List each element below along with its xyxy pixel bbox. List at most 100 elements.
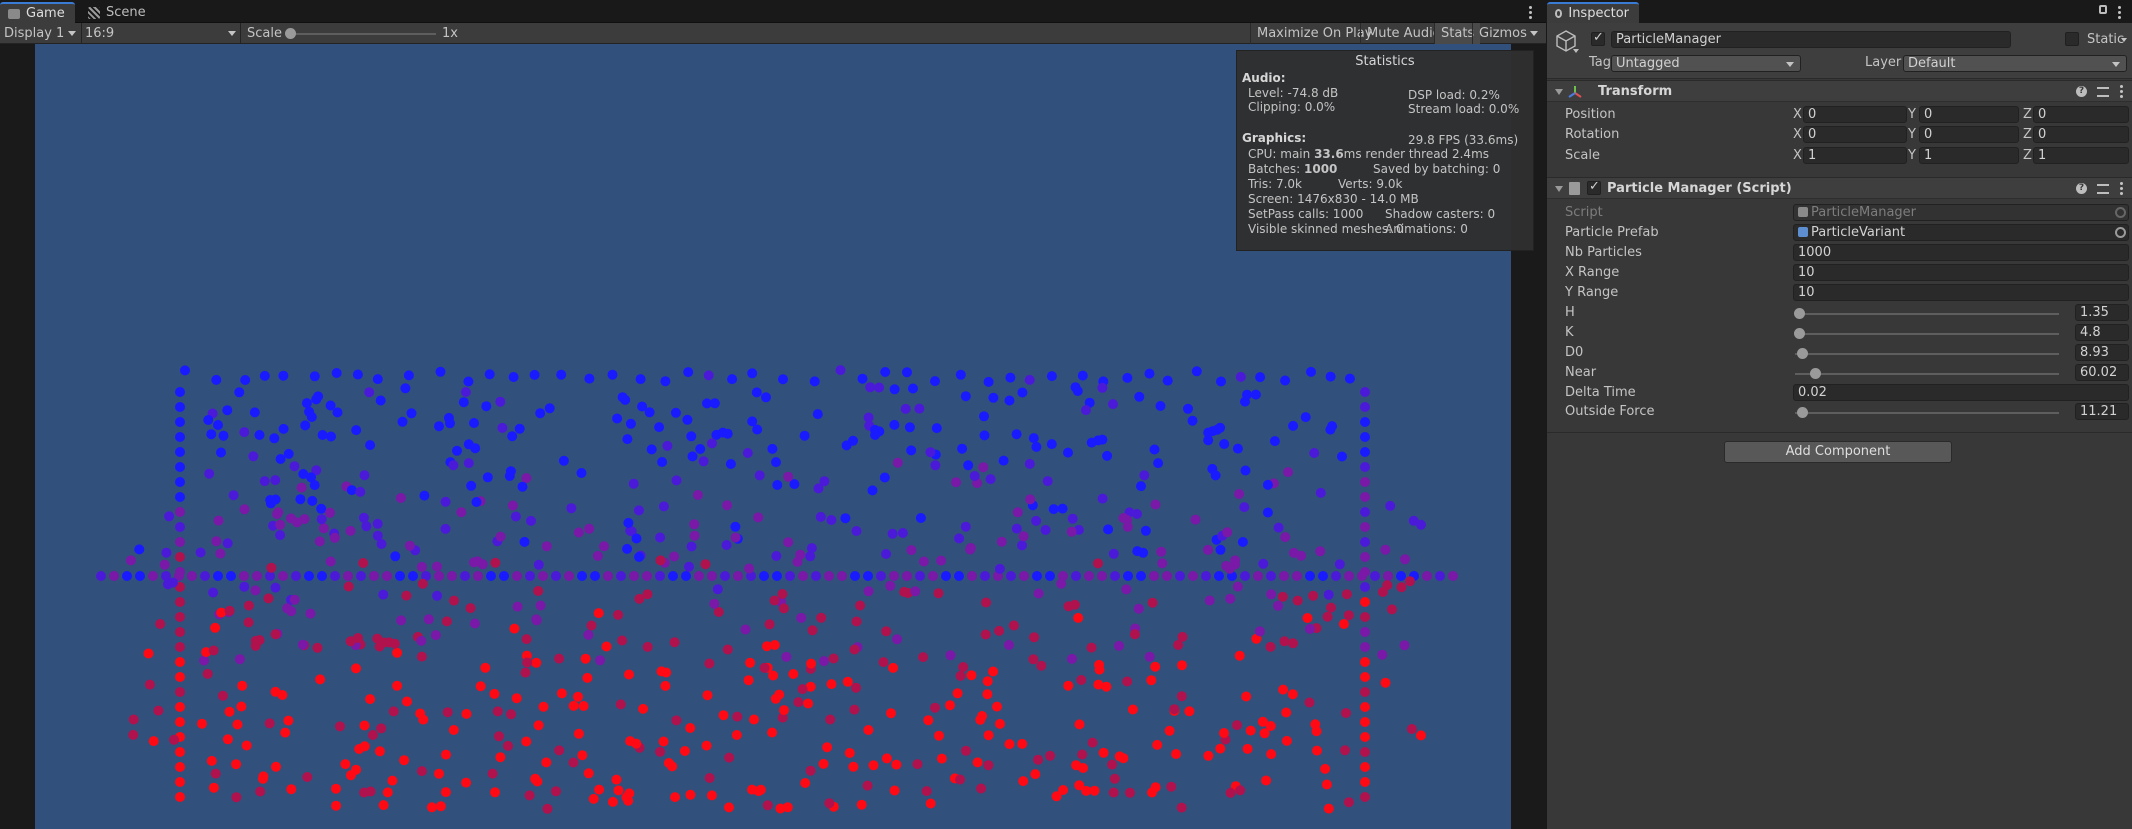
h-value-field[interactable]: 1.35 bbox=[2075, 304, 2129, 321]
particle bbox=[378, 589, 389, 600]
help-icon[interactable]: ? bbox=[2076, 86, 2087, 97]
outside-force-value-field[interactable]: 11.21 bbox=[2075, 403, 2129, 420]
presets-icon[interactable] bbox=[2097, 183, 2109, 194]
particle bbox=[914, 403, 925, 414]
particle bbox=[863, 725, 874, 735]
particle bbox=[1360, 747, 1370, 757]
d0-slider-track[interactable] bbox=[1795, 353, 2059, 355]
particle bbox=[510, 511, 521, 522]
h-slider-handle[interactable] bbox=[1794, 308, 1805, 319]
axis-z-label[interactable]: Z bbox=[2023, 107, 2032, 122]
axis-y-label[interactable]: Y bbox=[1908, 127, 1916, 142]
gizmos-button[interactable]: Gizmos bbox=[1472, 23, 1532, 44]
particle-prefab-field[interactable]: ParticleVariant bbox=[1793, 224, 2129, 241]
transform-scale-y-field[interactable]: 1 bbox=[1919, 147, 2019, 164]
inspector-menu-icon[interactable] bbox=[2117, 6, 2121, 19]
transform-scale-z-field[interactable]: 1 bbox=[2033, 147, 2129, 164]
near-slider-track[interactable] bbox=[1795, 373, 2059, 375]
d0-slider-handle[interactable] bbox=[1797, 348, 1808, 359]
particle-manager-enabled-checkbox[interactable] bbox=[1587, 179, 1601, 195]
tab-inspector[interactable]: Inspector bbox=[1547, 2, 1639, 23]
particle bbox=[613, 785, 624, 796]
transform-position-z-field[interactable]: 0 bbox=[2033, 106, 2129, 123]
transform-position-y-field[interactable]: 0 bbox=[1919, 106, 2019, 123]
particle bbox=[269, 433, 280, 444]
particle-manager-header[interactable]: Particle Manager (Script) ? bbox=[1547, 177, 2132, 199]
foldout-arrow-icon[interactable] bbox=[1555, 186, 1563, 192]
d0-value-field[interactable]: 8.93 bbox=[2075, 344, 2129, 361]
static-label[interactable]: Static bbox=[2087, 32, 2124, 47]
foldout-arrow-icon[interactable] bbox=[1555, 89, 1563, 95]
transform-scale-x-field[interactable]: 1 bbox=[1803, 147, 1907, 164]
h-slider-track[interactable] bbox=[1795, 313, 2059, 315]
k-value-field[interactable]: 4.8 bbox=[2075, 324, 2129, 341]
outside-force-slider-handle[interactable] bbox=[1797, 407, 1808, 418]
particle bbox=[275, 519, 286, 530]
component-menu-icon[interactable] bbox=[2119, 182, 2123, 195]
particle bbox=[1073, 612, 1084, 623]
tab-game[interactable]: Game bbox=[0, 2, 75, 23]
layer-dropdown[interactable]: Default bbox=[1903, 55, 2127, 72]
y-range-field[interactable]: 10 bbox=[1793, 284, 2129, 301]
k-slider-handle[interactable] bbox=[1794, 328, 1805, 339]
stats-dsp-load: DSP load: 0.2% bbox=[1408, 88, 1500, 102]
tag-dropdown[interactable]: Untagged bbox=[1611, 55, 1801, 72]
component-menu-icon[interactable] bbox=[2119, 85, 2123, 98]
particle bbox=[258, 773, 268, 784]
transform-rotation-x-field[interactable]: 0 bbox=[1803, 126, 1907, 143]
gameobject-active-checkbox[interactable] bbox=[1591, 30, 1605, 46]
particle bbox=[603, 571, 613, 581]
particle bbox=[988, 666, 999, 677]
icon-dropdown-chevron-icon[interactable] bbox=[1573, 49, 1579, 53]
particle bbox=[432, 561, 442, 572]
axis-z-label[interactable]: Z bbox=[2023, 148, 2032, 163]
particle bbox=[1292, 595, 1303, 606]
axis-x-label[interactable]: X bbox=[1793, 107, 1802, 122]
particle bbox=[514, 423, 525, 434]
display-dropdown[interactable]: Display 1 bbox=[0, 25, 80, 42]
particle bbox=[1098, 747, 1109, 758]
particle bbox=[778, 603, 789, 614]
axis-x-label[interactable]: X bbox=[1793, 127, 1802, 142]
game-panel-menu-icon[interactable] bbox=[1528, 6, 1532, 19]
transform-position-x-field[interactable]: 0 bbox=[1803, 106, 1907, 123]
help-icon[interactable]: ? bbox=[2076, 183, 2087, 194]
static-checkbox[interactable] bbox=[2065, 32, 2079, 46]
delta-time-field[interactable]: 0.02 bbox=[1793, 384, 2129, 401]
near-value-field[interactable]: 60.02 bbox=[2075, 364, 2129, 381]
transform-header[interactable]: Transform ? bbox=[1547, 80, 2132, 102]
add-component-button[interactable]: Add Component bbox=[1724, 441, 1952, 463]
particle bbox=[533, 586, 544, 596]
outside-force-slider-track[interactable] bbox=[1795, 412, 2059, 414]
gameobject-name-field[interactable]: ParticleManager bbox=[1611, 31, 2011, 48]
near-slider-handle[interactable] bbox=[1810, 368, 1821, 379]
k-slider-track[interactable] bbox=[1795, 333, 2059, 335]
particle bbox=[351, 425, 362, 436]
particle bbox=[1136, 571, 1146, 581]
nb-particles-field[interactable]: 1000 bbox=[1793, 244, 2129, 261]
transform-rotation-z-field[interactable]: 0 bbox=[2033, 126, 2129, 143]
scale-slider-handle[interactable] bbox=[285, 28, 296, 39]
x-range-field[interactable]: 10 bbox=[1793, 264, 2129, 281]
particle bbox=[175, 747, 185, 757]
axis-z-label[interactable]: Z bbox=[2023, 127, 2032, 142]
aspect-dropdown[interactable]: 16:9 bbox=[81, 25, 240, 42]
particle bbox=[868, 760, 879, 771]
particle bbox=[296, 482, 307, 493]
presets-icon[interactable] bbox=[2097, 86, 2109, 97]
particle bbox=[902, 367, 912, 378]
axis-x-label[interactable]: X bbox=[1793, 148, 1802, 163]
particle bbox=[316, 503, 327, 514]
game-tabbar: Game Scene bbox=[0, 0, 1546, 23]
transform-rotation-y-field[interactable]: 0 bbox=[1919, 126, 2019, 143]
tab-scene[interactable]: Scene bbox=[80, 2, 156, 23]
scale-slider-track[interactable] bbox=[290, 33, 436, 35]
axis-y-label[interactable]: Y bbox=[1908, 107, 1916, 122]
static-chevron-down-icon[interactable] bbox=[2121, 38, 2127, 42]
particle bbox=[828, 653, 839, 664]
axis-y-label[interactable]: Y bbox=[1908, 148, 1916, 163]
object-picker-icon[interactable] bbox=[2115, 227, 2126, 238]
lock-icon[interactable] bbox=[2099, 5, 2107, 14]
particle bbox=[1221, 560, 1232, 571]
gizmos-chevron-down-icon[interactable] bbox=[1530, 31, 1538, 36]
